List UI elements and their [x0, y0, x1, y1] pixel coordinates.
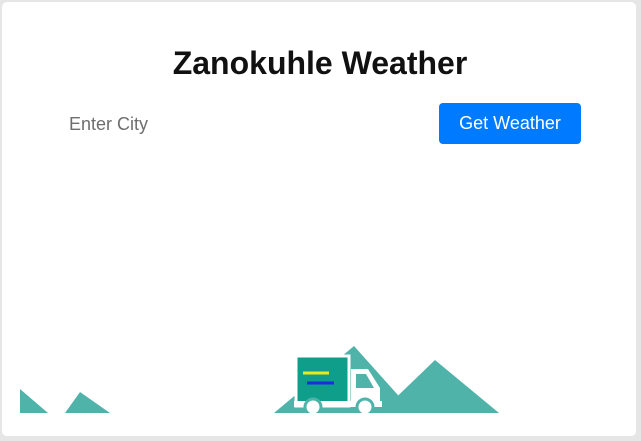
mountain-left-small: [20, 389, 48, 413]
mountain-center: [274, 346, 414, 413]
mountain-left: [65, 392, 110, 413]
delivery-truck-icon: [294, 354, 382, 417]
get-weather-button[interactable]: Get Weather: [439, 103, 581, 144]
weather-card: Zanokuhle Weather Get Weather: [2, 2, 636, 436]
mountain-right: [380, 360, 499, 413]
city-input[interactable]: [59, 106, 369, 142]
app-title: Zanokuhle Weather: [172, 45, 468, 81]
